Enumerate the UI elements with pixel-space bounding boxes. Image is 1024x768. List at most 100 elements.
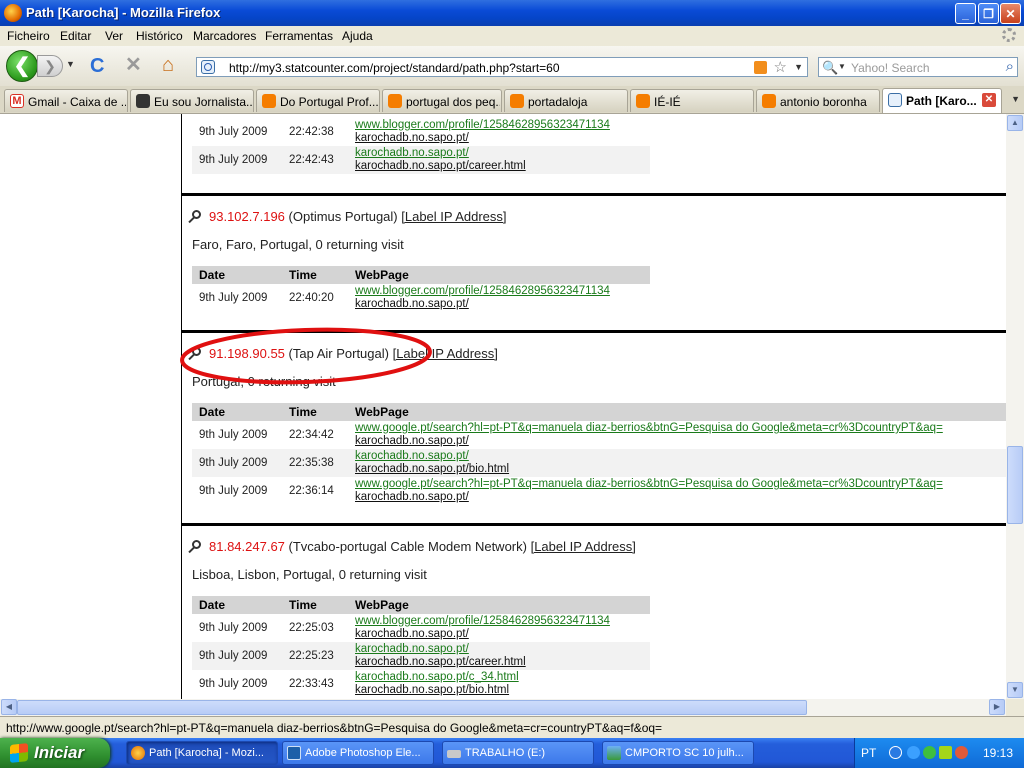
- close-button[interactable]: ✕: [1000, 3, 1021, 24]
- reload-button[interactable]: C: [90, 56, 104, 76]
- back-arrow-tray-icon[interactable]: [889, 746, 902, 759]
- page-link[interactable]: karochadb.no.sapo.pt/: [355, 298, 643, 311]
- vertical-scroll-thumb[interactable]: [1007, 446, 1023, 524]
- taskbar-item-photoshop[interactable]: Adobe Photoshop Ele...: [282, 741, 434, 765]
- tab-label: portadaloja: [528, 95, 588, 109]
- menu-ver[interactable]: Ver: [105, 29, 123, 43]
- referrer-link[interactable]: karochadb.no.sapo.pt/: [355, 643, 643, 656]
- address-dropdown-icon[interactable]: ▼: [794, 62, 803, 72]
- tab-antonio-boronha[interactable]: antonio boronha: [756, 89, 880, 112]
- section-divider: [182, 523, 1006, 526]
- menu-historico[interactable]: Histórico: [136, 29, 183, 43]
- security-tray-icon[interactable]: [955, 746, 968, 759]
- referrer-link[interactable]: karochadb.no.sapo.pt/c_34.html: [355, 671, 643, 684]
- stop-button[interactable]: ✕: [125, 55, 142, 75]
- scroll-up-icon[interactable]: ▲: [1007, 115, 1023, 131]
- rss-feed-icon[interactable]: [754, 61, 767, 74]
- messenger-tray-icon[interactable]: [923, 746, 936, 759]
- home-button[interactable]: ⌂: [162, 54, 174, 76]
- tab-path-karocha[interactable]: Path [Karo... ✕: [882, 88, 1002, 113]
- close-tab-icon[interactable]: ✕: [982, 93, 996, 107]
- tab-bar: M Gmail - Caixa de ... Eu sou Jornalista…: [0, 86, 1024, 114]
- tab-eu-sou-jornalista[interactable]: Eu sou Jornalista...: [130, 89, 254, 112]
- start-button[interactable]: Iniciar: [0, 738, 110, 768]
- page-link[interactable]: karochadb.no.sapo.pt/: [355, 628, 643, 641]
- referrer-link[interactable]: www.blogger.com/profile/1258462895632347…: [355, 615, 643, 628]
- magnify-icon[interactable]: [192, 540, 201, 549]
- ip-address-link[interactable]: 81.84.247.67: [209, 539, 285, 554]
- isp-name: (Optimus Portugal): [288, 209, 398, 224]
- table-row: 9th July 2009 22:36:14 www.google.pt/sea…: [192, 477, 1006, 505]
- page-link[interactable]: karochadb.no.sapo.pt/: [355, 435, 999, 448]
- horizontal-scrollbar[interactable]: ◀ ▶: [0, 699, 1006, 716]
- search-engine-dropdown-icon[interactable]: ▼: [838, 62, 846, 71]
- taskbar-item-label: Path [Karocha] - Mozi...: [149, 747, 264, 759]
- tab-label: IÉ-IÉ: [654, 95, 681, 109]
- firefox-icon: [131, 746, 145, 760]
- highlight-ellipse-annotation: [180, 327, 432, 385]
- page-link[interactable]: karochadb.no.sapo.pt/bio.html: [355, 684, 643, 697]
- search-input[interactable]: Yahoo! Search: [851, 61, 930, 75]
- taskbar-item-firefox[interactable]: Path [Karocha] - Mozi...: [126, 741, 278, 765]
- pageview-table: Date Time WebPage 9th July 2009 22:34:42…: [192, 403, 1006, 505]
- scroll-right-icon[interactable]: ▶: [989, 699, 1005, 715]
- site-identity-icon[interactable]: [201, 60, 215, 74]
- app-tray-icon[interactable]: [939, 746, 952, 759]
- tab-gmail[interactable]: M Gmail - Caixa de ...: [4, 89, 128, 112]
- language-indicator[interactable]: PT: [861, 746, 876, 760]
- ip-address-link[interactable]: 93.102.7.196: [209, 209, 285, 224]
- label-ip-link[interactable]: [Label IP Address]: [401, 209, 506, 224]
- tab-list-dropdown-icon[interactable]: ▼: [1011, 94, 1020, 104]
- menu-ficheiro[interactable]: Ficheiro: [7, 29, 50, 43]
- clock[interactable]: 19:13: [983, 746, 1013, 760]
- tab-portugal-dos-pequenitos[interactable]: portugal dos peq...: [382, 89, 502, 112]
- referrer-link[interactable]: www.blogger.com/profile/1258462895632347…: [355, 119, 643, 132]
- webpage-cell: www.google.pt/search?hl=pt-PT&q=manuela …: [348, 477, 1006, 505]
- page-link[interactable]: karochadb.no.sapo.pt/: [355, 132, 643, 145]
- referrer-link[interactable]: www.google.pt/search?hl=pt-PT&q=manuela …: [355, 422, 999, 435]
- menu-ferramentas[interactable]: Ferramentas: [265, 29, 333, 43]
- maximize-button[interactable]: ❐: [978, 3, 999, 24]
- referrer-link[interactable]: karochadb.no.sapo.pt/: [355, 147, 643, 160]
- taskbar-item-explorer[interactable]: TRABALHO (E:): [442, 741, 594, 765]
- webpage-cell: www.blogger.com/profile/1258462895632347…: [348, 118, 650, 146]
- menu-ajuda[interactable]: Ajuda: [342, 29, 373, 43]
- search-box[interactable]: 🔍 ▼ Yahoo! Search ⌕: [818, 57, 1018, 77]
- page-link[interactable]: karochadb.no.sapo.pt/bio.html: [355, 463, 999, 476]
- back-button[interactable]: ❮: [6, 50, 38, 82]
- page-link[interactable]: karochadb.no.sapo.pt/: [355, 491, 999, 504]
- page-link[interactable]: karochadb.no.sapo.pt/career.html: [355, 656, 643, 669]
- address-url[interactable]: http://my3.statcounter.com/project/stand…: [229, 61, 560, 75]
- horizontal-scroll-thumb[interactable]: [17, 700, 807, 715]
- history-dropdown-icon[interactable]: ▼: [66, 59, 75, 69]
- isp-name: (Tvcabo-portugal Cable Modem Network): [288, 539, 527, 554]
- page-link[interactable]: karochadb.no.sapo.pt/career.html: [355, 160, 643, 173]
- window-title-bar[interactable]: Path [Karocha] - Mozilla Firefox _ ❐ ✕: [0, 0, 1024, 26]
- referrer-link[interactable]: karochadb.no.sapo.pt/: [355, 450, 999, 463]
- tab-portadaloja[interactable]: portadaloja: [504, 89, 628, 112]
- address-bar[interactable]: http://my3.statcounter.com/project/stand…: [196, 57, 808, 77]
- menu-editar[interactable]: Editar: [60, 29, 91, 43]
- minimize-button[interactable]: _: [955, 3, 976, 24]
- network-tray-icon[interactable]: [907, 746, 920, 759]
- taskbar-item-image[interactable]: CMPORTO SC 10 julh...: [602, 741, 754, 765]
- tab-label: portugal dos peq...: [406, 95, 500, 109]
- system-tray: PT 19:13: [854, 738, 1024, 768]
- tab-ie-ie[interactable]: IÉ-IÉ: [630, 89, 754, 112]
- date-cell: 9th July 2009: [199, 485, 268, 497]
- vertical-scrollbar[interactable]: ▲ ▼: [1006, 114, 1024, 699]
- magnify-icon[interactable]: [192, 210, 201, 219]
- bookmark-star-icon[interactable]: ☆: [774, 58, 787, 76]
- page-content: 9th July 2009 22:42:38 www.blogger.com/p…: [0, 114, 1006, 699]
- forward-button[interactable]: ❯: [37, 55, 63, 77]
- scroll-down-icon[interactable]: ▼: [1007, 682, 1023, 698]
- search-go-icon[interactable]: ⌕: [1006, 58, 1014, 75]
- webpage-cell: www.blogger.com/profile/1258462895632347…: [348, 284, 650, 312]
- label-ip-link[interactable]: [Label IP Address]: [531, 539, 636, 554]
- tab-do-portugal[interactable]: Do Portugal Prof...: [256, 89, 380, 112]
- referrer-link[interactable]: www.blogger.com/profile/1258462895632347…: [355, 285, 643, 298]
- referrer-link[interactable]: www.google.pt/search?hl=pt-PT&q=manuela …: [355, 478, 999, 491]
- scroll-left-icon[interactable]: ◀: [1, 699, 17, 715]
- menu-marcadores[interactable]: Marcadores: [193, 29, 256, 43]
- search-engine-icon[interactable]: 🔍: [822, 60, 838, 76]
